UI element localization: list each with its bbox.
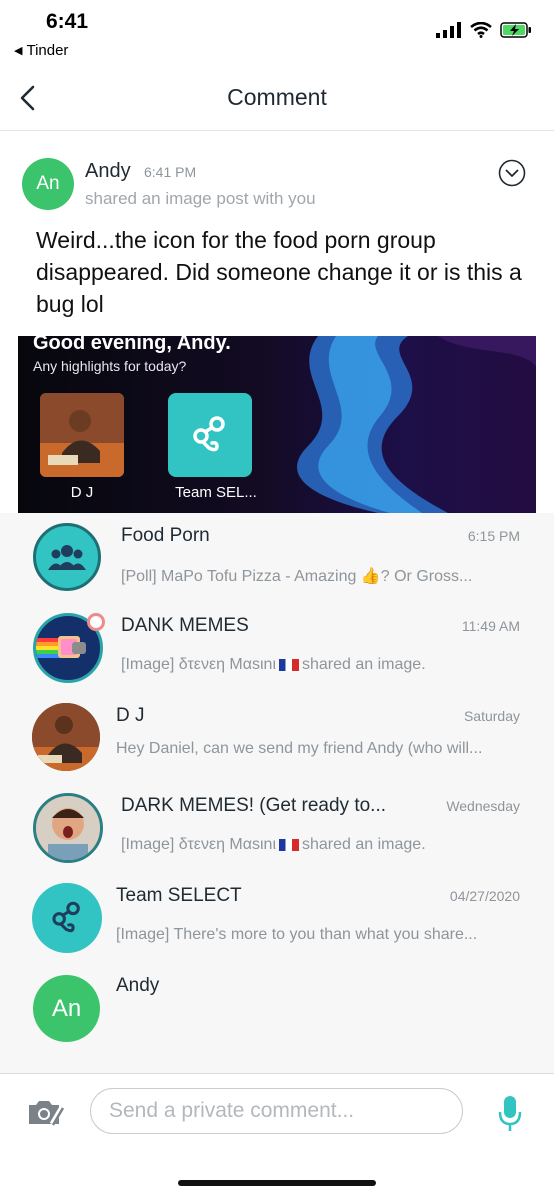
list-item[interactable]: D J Saturday Hey Daniel, can we send my … bbox=[0, 693, 554, 783]
author-name: Andy bbox=[85, 160, 131, 182]
chat-preview-end: ? Or Gross... bbox=[380, 568, 473, 585]
chat-preview-text: [Image] δτενεη Μαsιnι bbox=[121, 836, 276, 853]
chat-preview: Hey Daniel, can we send my friend Andy (… bbox=[116, 740, 483, 757]
chat-name: DARK MEMES! (Get ready to... bbox=[121, 795, 387, 816]
wifi-icon bbox=[470, 22, 492, 38]
post-message: Weird...the icon for the food porn group… bbox=[36, 227, 522, 317]
shared-image[interactable]: Good evening, Andy. Any highlights for t… bbox=[18, 336, 536, 513]
flag-icon bbox=[279, 838, 299, 851]
list-item[interactable]: Food Porn 6:15 PM [Poll] MaPo Tofu Pizza… bbox=[0, 513, 554, 603]
nav-divider bbox=[0, 130, 554, 131]
post-time: 6:41 PM bbox=[144, 164, 197, 180]
list-item[interactable]: Team SELECT 04/27/2020 [Image] There's m… bbox=[0, 873, 554, 963]
image-greeting: Good evening, Andy. bbox=[33, 336, 231, 354]
thumbs-up-icon: 👍 bbox=[360, 568, 381, 585]
chat-preview-text: [Poll] MaPo Tofu Pizza - Amazing bbox=[121, 568, 357, 585]
page-title: Comment bbox=[227, 84, 327, 110]
chat-preview-end: shared an image. bbox=[302, 656, 426, 673]
dj-photo-image bbox=[40, 393, 124, 477]
chat-time: Wednesday bbox=[446, 798, 520, 814]
person-photo bbox=[36, 796, 100, 860]
team-select-logo-icon bbox=[168, 393, 252, 477]
list-item[interactable]: An Andy bbox=[0, 963, 554, 1063]
dj-avatar bbox=[32, 703, 100, 771]
team-select-avatar bbox=[32, 883, 102, 953]
microphone-icon[interactable] bbox=[498, 1094, 522, 1134]
chat-time: 6:15 PM bbox=[467, 528, 520, 544]
chat-name: DANK MEMES bbox=[121, 615, 249, 636]
chat-preview: [Image] δτενεη Μαsιnι shared an image. bbox=[121, 656, 426, 674]
status-time: 6:41 bbox=[46, 10, 89, 33]
flag-icon bbox=[279, 658, 299, 671]
image-item-label-team: Team SEL... bbox=[175, 484, 257, 501]
signal-icon bbox=[436, 22, 461, 38]
chat-preview-end: shared an image. bbox=[302, 836, 426, 853]
composer-divider bbox=[0, 1073, 554, 1074]
link-icon bbox=[52, 901, 80, 933]
chat-name: Food Porn bbox=[121, 525, 210, 546]
status-icons bbox=[436, 22, 532, 38]
chat-preview: [Image] There's more to you than what yo… bbox=[116, 926, 478, 943]
chat-time: 11:49 AM bbox=[461, 618, 520, 634]
home-indicator bbox=[178, 1180, 376, 1186]
image-item-label-dj: D J bbox=[70, 484, 94, 501]
chat-preview: [Image] δτενεη Μαsιnι shared an image. bbox=[121, 836, 426, 854]
dark-memes-avatar bbox=[33, 793, 103, 863]
group-avatar bbox=[33, 523, 101, 591]
back-triangle-icon: ◀ bbox=[14, 45, 23, 57]
chat-name: Team SELECT bbox=[116, 885, 242, 906]
battery-charging-icon bbox=[500, 22, 531, 38]
chat-time: 04/27/2020 bbox=[449, 888, 520, 904]
chat-preview: [Poll] MaPo Tofu Pizza - Amazing 👍? Or G… bbox=[121, 566, 472, 586]
group-icon bbox=[48, 545, 86, 570]
chat-preview-text: [Image] δτενεη Μαsιnι bbox=[121, 656, 276, 673]
chat-name: Andy bbox=[116, 975, 160, 996]
chevron-down-circle-icon[interactable] bbox=[498, 159, 526, 187]
camera-icon[interactable] bbox=[26, 1097, 64, 1127]
chat-list: Food Porn 6:15 PM [Poll] MaPo Tofu Pizza… bbox=[0, 513, 554, 1073]
back-app-label: Tinder bbox=[26, 42, 69, 59]
andy-avatar: An bbox=[33, 975, 100, 1042]
post-subtitle: shared an image post with you bbox=[85, 189, 316, 208]
person-photo bbox=[32, 703, 100, 771]
chat-name: D J bbox=[116, 705, 145, 726]
chat-time: Saturday bbox=[463, 708, 520, 724]
unread-dot bbox=[87, 613, 105, 631]
image-subtitle: Any highlights for today? bbox=[33, 358, 187, 374]
list-item[interactable]: DANK MEMES 11:49 AM [Image] δτενεη Μαsιn… bbox=[0, 603, 554, 693]
back-to-app-link[interactable]: ◀ Tinder bbox=[14, 42, 68, 59]
author-avatar[interactable]: An bbox=[22, 158, 74, 210]
comment-input[interactable] bbox=[90, 1088, 463, 1134]
list-item[interactable]: DARK MEMES! (Get ready to... Wednesday [… bbox=[0, 783, 554, 873]
